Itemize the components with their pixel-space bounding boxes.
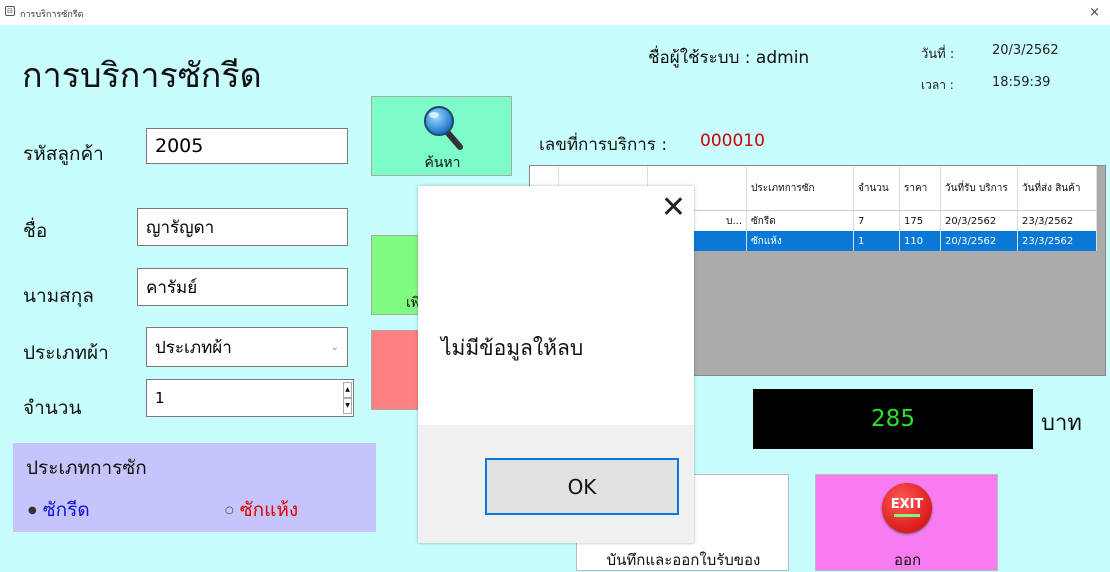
- grid-header[interactable]: ราคา: [899, 166, 941, 211]
- cloth-type-select[interactable]: ประเภทผ้า ⌄: [146, 327, 348, 367]
- window-title: การบริการซักรีด: [20, 10, 84, 20]
- stepper-down-icon[interactable]: ▼: [343, 398, 352, 414]
- customer-id-input[interactable]: 2005: [146, 128, 348, 164]
- wash-type-option-iron[interactable]: ● ซักรีด: [28, 495, 90, 525]
- window-close-button[interactable]: ×: [1089, 5, 1100, 20]
- search-button-label: ค้นหา: [424, 155, 461, 171]
- table-cell: 23/3/2562: [1017, 231, 1097, 251]
- wash-type-option-iron-label: ซักรีด: [42, 499, 90, 521]
- dialog-close-button[interactable]: ✕: [661, 188, 686, 228]
- date-label: วันที่ :: [921, 47, 955, 62]
- stepper-arrows[interactable]: ▲ ▼: [343, 382, 352, 414]
- table-cell: 20/3/2562: [940, 231, 1018, 251]
- exit-button[interactable]: EXIT ออก: [815, 474, 998, 571]
- app-icon: ⊟: [5, 6, 15, 16]
- radio-unchecked-icon[interactable]: ○: [225, 505, 234, 516]
- cloth-type-label: ประเภทผ้า: [23, 342, 109, 364]
- table-cell: 1: [853, 231, 900, 251]
- table-cell: 175: [899, 210, 941, 231]
- table-cell: 23/3/2562: [1017, 210, 1097, 231]
- quantity-stepper[interactable]: 1 ▲ ▼: [146, 379, 354, 417]
- time-label: เวลา :: [921, 78, 954, 92]
- delete-button[interactable]: [371, 330, 421, 410]
- total-display: 285: [753, 389, 1033, 449]
- search-button[interactable]: ค้นหา: [371, 96, 512, 176]
- surname-input[interactable]: คารัมย์: [137, 268, 348, 306]
- quantity-value: 1: [155, 389, 165, 407]
- table-cell: 110: [899, 231, 941, 251]
- date-value: 20/3/2562: [992, 43, 1059, 58]
- grid-header[interactable]: วันที่ส่ง สินค้า: [1017, 166, 1097, 211]
- name-input[interactable]: ญารัญดา: [137, 208, 348, 246]
- stepper-up-icon[interactable]: ▲: [343, 382, 352, 398]
- grid-header[interactable]: ประเภทการซัก: [746, 166, 854, 211]
- service-no-value: 000010: [700, 131, 765, 151]
- table-cell: 7: [853, 210, 900, 231]
- time-value: 18:59:39: [992, 75, 1051, 90]
- surname-label: นามสกุล: [23, 285, 94, 307]
- customer-id-label: รหัสลูกค้า: [23, 143, 104, 165]
- chevron-down-icon: ⌄: [330, 341, 339, 353]
- radio-checked-icon[interactable]: ●: [28, 505, 37, 516]
- add-button[interactable]: เพิ: [371, 235, 421, 315]
- exit-icon-text: EXIT: [890, 497, 924, 512]
- save-receipt-button-label: บันทึกและออกใบรับของ: [606, 551, 761, 569]
- wash-type-title: ประเภทการซัก: [26, 457, 147, 479]
- table-cell: ซักแห้ง: [746, 231, 854, 251]
- magnifier-icon: [424, 106, 463, 150]
- wash-type-option-dry-label: ซักแห้ง: [239, 499, 299, 521]
- table-cell: ซักรีด: [746, 210, 854, 231]
- current-user: ชื่อผู้ใช้ระบบ : admin: [648, 48, 810, 68]
- window-titlebar: ⊟ การบริการซักรีด ×: [0, 0, 1110, 25]
- total-unit: บาท: [1041, 411, 1082, 436]
- quantity-label: จำนวน: [23, 397, 82, 419]
- service-no-label: เลขที่การบริการ :: [539, 135, 668, 155]
- exit-arrow-icon: [894, 514, 920, 517]
- dialog-ok-button[interactable]: OK: [485, 458, 679, 515]
- dialog-message: ไม่มีข้อมูลให้ลบ: [441, 336, 584, 360]
- grid-header[interactable]: วันที่รับ บริการ: [940, 166, 1018, 211]
- cloth-type-value: ประเภทผ้า: [155, 337, 232, 358]
- exit-button-label: ออก: [893, 551, 922, 569]
- wash-type-group: ประเภทการซัก ● ซักรีด ○ ซักแห้ง: [13, 443, 376, 532]
- wash-type-option-dry[interactable]: ○ ซักแห้ง: [225, 495, 298, 525]
- exit-icon: EXIT: [882, 483, 932, 533]
- message-dialog: ✕ ไม่มีข้อมูลให้ลบ OK: [418, 186, 694, 543]
- grid-header[interactable]: จำนวน: [853, 166, 900, 211]
- table-cell: 20/3/2562: [940, 210, 1018, 231]
- name-label: ชื่อ: [23, 220, 48, 242]
- page-title: การบริการซักรีด: [22, 56, 262, 96]
